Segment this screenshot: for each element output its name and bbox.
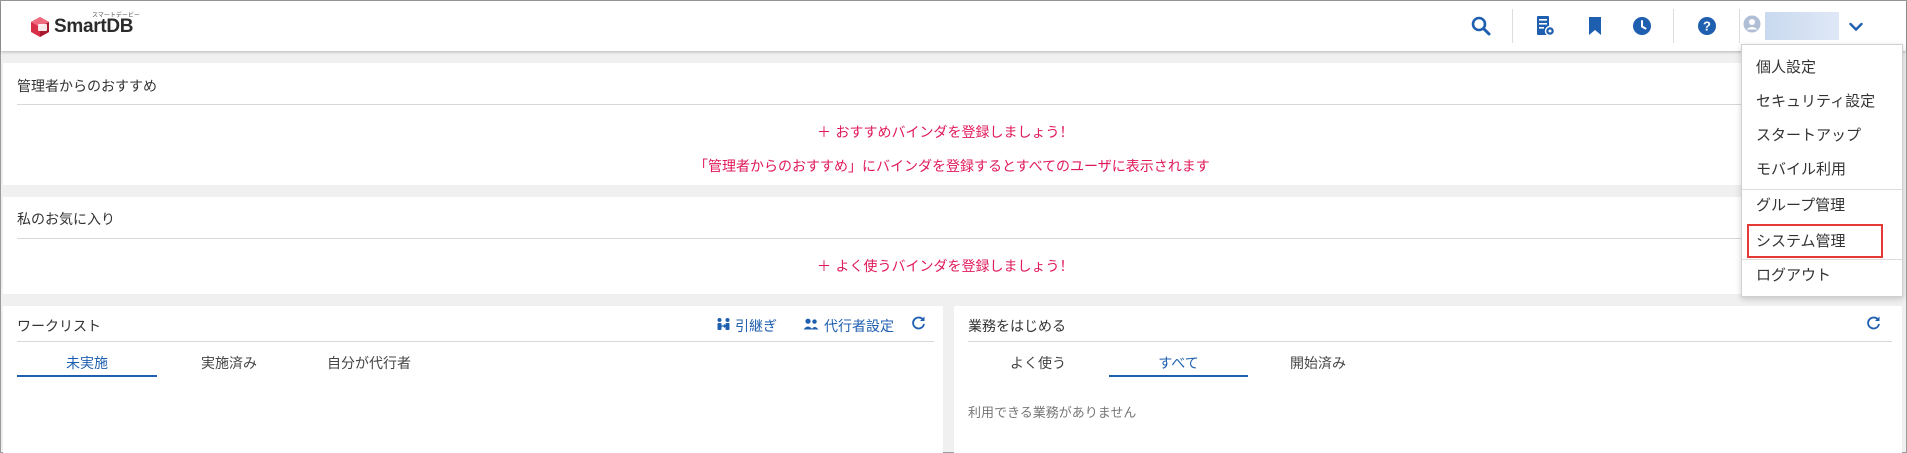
handover-button[interactable]: 引継ぎ	[716, 316, 777, 336]
header-divider	[1739, 9, 1740, 43]
smartdb-logo[interactable]: SmartDB スマートデービー	[29, 13, 140, 41]
proxy-settings-button[interactable]: 代行者設定	[803, 316, 894, 336]
panel-divider	[968, 341, 1892, 342]
menu-item-group-management[interactable]: グループ管理	[1742, 190, 1902, 220]
menu-item-security-settings[interactable]: セキュリティ設定	[1742, 86, 1902, 116]
favorites-panel: 私のお気に入り ＋ よく使うバインダを登録しましょう！	[3, 197, 1902, 294]
recommend-panel: 管理者からのおすすめ ＋ おすすめバインダを登録しましょう！ 「管理者からのおす…	[3, 63, 1902, 185]
top-header: SmartDB スマートデービー ?	[1, 1, 1906, 51]
tab-done[interactable]: 実施済み	[159, 353, 299, 375]
panel-divider	[17, 104, 1890, 105]
menu-item-system-management[interactable]: システム管理	[1747, 224, 1883, 258]
users-icon	[803, 318, 819, 334]
refresh-icon[interactable]	[908, 312, 928, 332]
empty-message: 利用できる業務がありません	[968, 406, 1137, 421]
worklist-panel: ワークリスト 引継ぎ 代行者設定 未実施 実施済み 自分が代行者	[3, 306, 943, 453]
proxy-settings-label: 代行者設定	[824, 319, 894, 335]
tab-all[interactable]: すべて	[1109, 353, 1248, 377]
logo-subtext: スマートデービー	[92, 13, 140, 19]
add-favorite-binder-link[interactable]: ＋ よく使うバインダを登録しましょう！	[817, 256, 1073, 276]
bookmark-icon[interactable]	[1582, 13, 1608, 39]
user-name-redacted	[1765, 12, 1839, 40]
panel-title: ワークリスト	[17, 319, 101, 335]
history-clock-icon[interactable]	[1629, 13, 1655, 39]
header-divider	[1512, 9, 1513, 43]
panel-title: 業務をはじめる	[968, 319, 1066, 335]
panel-title: 管理者からのおすすめ	[17, 79, 157, 95]
tab-as-proxy[interactable]: 自分が代行者	[299, 353, 439, 375]
start-work-panel: 業務をはじめる よく使う すべて 開始済み 利用できる業務がありません	[954, 306, 1902, 453]
refresh-icon[interactable]	[1863, 312, 1883, 332]
chevron-down-icon	[1849, 17, 1863, 36]
menu-item-personal-settings[interactable]: 個人設定	[1742, 52, 1902, 82]
menu-item-mobile-use[interactable]: モバイル利用	[1742, 154, 1902, 184]
panel-title: 私のお気に入り	[17, 212, 115, 228]
svg-text:?: ?	[1703, 19, 1711, 34]
recommend-info-message: 「管理者からのおすすめ」にバインダを登録するとすべてのユーザに表示されます	[694, 159, 1210, 175]
menu-item-logout[interactable]: ログアウト	[1742, 260, 1902, 290]
user-dropdown-menu: 個人設定 セキュリティ設定 スタートアップ モバイル利用 グループ管理 システム…	[1741, 44, 1903, 297]
tab-started[interactable]: 開始済み	[1248, 353, 1388, 375]
user-avatar-icon	[1743, 15, 1761, 37]
user-menu-toggle[interactable]	[1743, 11, 1863, 41]
logo-mark-icon	[29, 16, 51, 38]
help-icon[interactable]: ?	[1694, 13, 1720, 39]
panel-divider	[17, 341, 934, 342]
document-settings-icon[interactable]	[1532, 13, 1558, 39]
search-icon[interactable]	[1468, 13, 1494, 39]
header-divider	[1673, 9, 1674, 43]
add-recommended-binder-link[interactable]: ＋ おすすめバインダを登録しましょう！	[817, 122, 1073, 142]
logo-text: SmartDB スマートデービー	[54, 13, 140, 38]
tab-not-done[interactable]: 未実施	[17, 353, 157, 377]
tab-frequently-used[interactable]: よく使う	[968, 353, 1108, 375]
menu-item-startup[interactable]: スタートアップ	[1742, 120, 1902, 150]
handover-icon	[716, 317, 731, 335]
panel-divider	[17, 238, 1890, 239]
handover-label: 引継ぎ	[735, 319, 777, 335]
